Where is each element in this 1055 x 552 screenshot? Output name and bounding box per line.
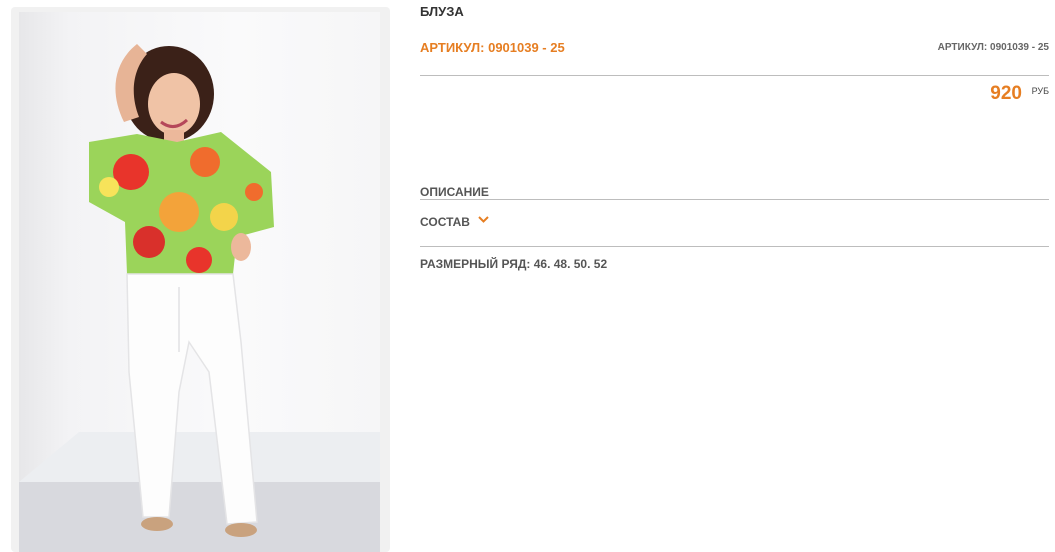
- divider: [420, 246, 1049, 247]
- composition-toggle[interactable]: СОСТАВ: [420, 215, 470, 229]
- chevron-down-icon[interactable]: [478, 215, 489, 224]
- description-heading[interactable]: ОПИСАНИЕ: [420, 185, 489, 199]
- size-range: РАЗМЕРНЫЙ РЯД: 46. 48. 50. 52: [420, 257, 608, 271]
- price-value: 920: [990, 83, 1022, 104]
- product-title: БЛУЗА: [420, 4, 464, 19]
- sku-label: АРТИКУЛ: 0901039 - 25: [420, 40, 565, 55]
- price-currency: РУБ: [1031, 86, 1049, 96]
- model-photo: [19, 44, 380, 552]
- product-image[interactable]: [19, 12, 380, 552]
- sku-label-small: АРТИКУЛ: 0901039 - 25: [937, 42, 1049, 53]
- divider: [420, 75, 1049, 76]
- divider: [420, 199, 1049, 200]
